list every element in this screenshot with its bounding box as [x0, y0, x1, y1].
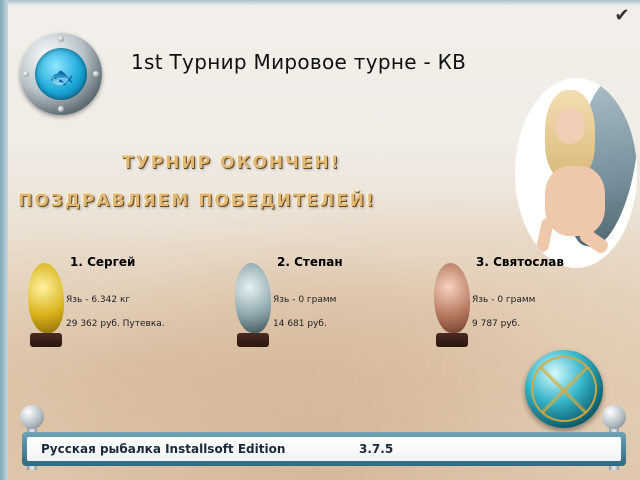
footer-status-bar: Русская рыбалка Installsoft Edition 3.7.… [22, 432, 626, 466]
bar-knob-left [20, 405, 44, 429]
gold-fish-trophy-icon [24, 263, 68, 353]
winner-catch: Язь - 6.342 кг [66, 295, 131, 305]
mermaid-illustration [515, 78, 637, 268]
winner-prize: 14 681 руб. [273, 319, 327, 329]
porthole-glass: 🐟 [35, 48, 87, 100]
winner-prize: 9 787 руб. [472, 319, 521, 329]
bar-knob-right [602, 405, 626, 429]
mermaid-body [545, 166, 605, 236]
congratulate-winners-banner: ПОЗДРАВЛЯЕМ ПОБЕДИТЕЛЕЙ! [18, 191, 376, 211]
bolt-icon [58, 36, 64, 42]
winner-first-place: 1. Сергей Язь - 6.342 кг 29 362 руб. Пут… [24, 253, 224, 363]
version-label: 3.7.5 [359, 442, 394, 456]
glass-float-globe-icon [525, 350, 603, 428]
winner-third-place: 3. Святослав Язь - 0 грамм 9 787 руб. [430, 253, 630, 363]
tournament-title: 1st Турнир Мировое турне - КВ [131, 50, 467, 74]
bolt-icon [58, 106, 64, 112]
tournament-finished-banner: ТУРНИР ОКОНЧЕН! [122, 153, 341, 173]
bolt-icon [93, 71, 99, 77]
winner-name: 1. Сергей [70, 255, 136, 269]
footer-status-panel: Русская рыбалка Installsoft Edition 3.7.… [27, 437, 621, 461]
fish-icon: 🐟 [49, 65, 74, 89]
winner-name: 2. Степан [277, 255, 343, 269]
silver-fish-trophy-icon [231, 263, 275, 353]
winner-name: 3. Святослав [476, 255, 564, 269]
net-pattern [531, 356, 597, 422]
winner-prize: 29 362 руб. Путевка. [66, 319, 165, 329]
window-left-edge [0, 0, 8, 480]
porthole-fish-logo-icon: 🐟 [20, 33, 102, 115]
mermaid-arm [535, 217, 555, 253]
winner-second-place: 2. Степан Язь - 0 грамм 14 681 руб. [231, 253, 431, 363]
bolt-icon [23, 71, 29, 77]
app-name-label: Русская рыбалка Installsoft Edition [41, 442, 286, 456]
checkmark-icon[interactable]: ✔ [611, 5, 633, 27]
window-top-edge [0, 0, 640, 6]
mermaid-face [555, 108, 585, 144]
winner-catch: Язь - 0 грамм [273, 295, 337, 305]
bronze-fish-trophy-icon [430, 263, 474, 353]
winner-catch: Язь - 0 грамм [472, 295, 536, 305]
